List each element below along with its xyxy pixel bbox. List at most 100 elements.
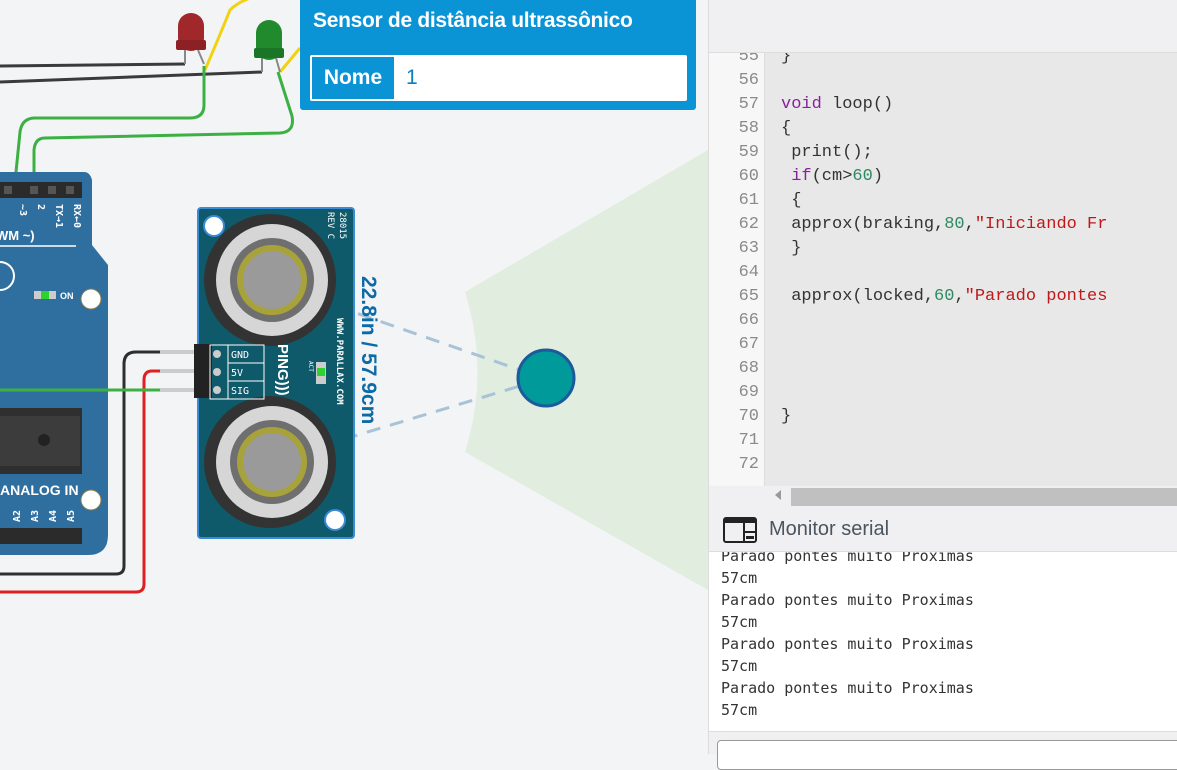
pin-label: ~3	[17, 204, 28, 216]
line-number: 59	[738, 143, 759, 162]
code-line: 72	[709, 453, 1177, 477]
code-line: 56	[709, 69, 1177, 93]
code-text: approx(locked,60,"Parado pontes	[781, 285, 1107, 309]
code-line: 67	[709, 333, 1177, 357]
number-literal: 60	[852, 167, 873, 186]
line-number: 57	[738, 95, 759, 114]
code-line: 55}	[709, 52, 1177, 69]
target-object	[516, 348, 576, 408]
name-input[interactable]: 1	[394, 55, 430, 101]
code-line: 58 {	[709, 117, 1177, 141]
serial-line: 57cm	[721, 701, 758, 719]
pin-label: 2	[35, 204, 46, 210]
code-line: 71	[709, 429, 1177, 453]
code-token: }	[781, 239, 802, 258]
code-text: {	[781, 117, 791, 141]
line-number: 64	[738, 263, 759, 282]
circuit-canvas[interactable]: ~3 2 TX→1 RX←0 WM ~) ON ANALOG IN A2 A3 …	[0, 0, 708, 754]
line-number: 67	[738, 335, 759, 354]
pin-label: A2	[12, 510, 23, 522]
line-number: 55	[738, 52, 759, 66]
code-token: }	[781, 407, 792, 426]
code-line: 62 approx(braking,80,"Iniciando Fr	[709, 213, 1177, 237]
code-token: (cm>	[811, 167, 853, 186]
serial-line: 57cm	[721, 569, 758, 587]
line-number: 71	[738, 431, 759, 450]
string-literal: "Iniciando Fr	[974, 215, 1108, 234]
code-token: )	[872, 167, 884, 186]
code-line: 66	[709, 309, 1177, 333]
green-led	[254, 20, 284, 73]
line-number: 62	[738, 215, 759, 234]
keyword: void	[781, 95, 822, 114]
code-text: }	[781, 237, 801, 261]
keyword: if	[781, 167, 812, 186]
code-text: }	[781, 405, 791, 429]
code-panel: 55} 56 57 void loop() 58{59 print(); 60 if(cm…	[708, 0, 1177, 770]
line-number: 70	[738, 407, 759, 426]
line-number: 63	[738, 239, 759, 258]
name-label: Nome	[312, 57, 394, 99]
brand-label: PING)))	[274, 344, 291, 396]
code-text: approx(braking,80,"Iniciando Fr	[781, 213, 1107, 237]
serial-input[interactable]	[717, 740, 1177, 770]
sensor-range-cone	[465, 150, 708, 590]
code-editor[interactable]: 55} 56 57 void loop() 58{59 print(); 60 if(cm…	[709, 52, 1177, 486]
properties-panel: Sensor de distância ultrassônico Nome 1	[300, 0, 696, 110]
horizontal-scrollbar[interactable]	[709, 486, 1177, 508]
code-line: 57 void loop()	[709, 93, 1177, 117]
line-number: 66	[738, 311, 759, 330]
pin-5v-label: 5V	[231, 368, 243, 379]
code-text: void loop()	[781, 93, 893, 117]
pin-label: RX←0	[71, 204, 82, 228]
pin-label: A3	[30, 510, 41, 522]
code-token: approx(locked,	[781, 287, 935, 306]
code-line: 61 {	[709, 189, 1177, 213]
scroll-left-icon[interactable]	[775, 490, 781, 500]
code-token: ,	[964, 215, 975, 234]
distance-readout: 22.8in / 57.9cm	[357, 276, 380, 424]
code-line: 68	[709, 357, 1177, 381]
code-line: 60 if(cm>60)	[709, 165, 1177, 189]
pin-label: A5	[66, 510, 77, 522]
line-number: 68	[738, 359, 759, 378]
pin-label: A4	[48, 510, 59, 522]
code-text: }	[781, 53, 791, 69]
serial-line: Parado pontes muito Proximas	[721, 635, 974, 653]
pwm-label: WM ~)	[0, 228, 35, 243]
ultrasonic-sensor[interactable]: GND 5V SIG 28015 REV C WWW.PARALLAX.COM …	[194, 207, 355, 539]
component-title: Sensor de distância ultrassônico	[313, 9, 633, 32]
serial-monitor-header[interactable]: Monitor serial	[709, 508, 1177, 552]
model-label: 28015	[337, 212, 347, 239]
pin-label: TX→1	[53, 204, 64, 228]
code-text: if(cm>60)	[781, 165, 883, 189]
serial-monitor-title: Monitor serial	[769, 518, 890, 540]
code-text: print();	[781, 141, 873, 165]
line-number: 61	[738, 191, 759, 210]
line-number: 69	[738, 383, 759, 402]
pin-sig-label: SIG	[231, 386, 249, 397]
scrollbar-thumb[interactable]	[791, 488, 1177, 506]
code-token: ,	[954, 287, 965, 306]
act-label: ACT	[307, 361, 314, 372]
serial-line: 57cm	[721, 613, 758, 631]
line-number: 56	[738, 71, 759, 90]
code-token: print();	[781, 143, 873, 162]
number-literal: 80	[944, 215, 965, 234]
line-number: 58	[738, 119, 759, 138]
serial-output: Parado pontes muito Proximas 57cm Parado p…	[709, 552, 1177, 732]
number-literal: 60	[934, 287, 955, 306]
code-line: 64	[709, 261, 1177, 285]
code-line: 59 print();	[709, 141, 1177, 165]
code-line: 69	[709, 381, 1177, 405]
line-number: 65	[738, 287, 759, 306]
rev-label: REV C	[325, 212, 335, 239]
name-field[interactable]: Nome 1	[309, 54, 688, 102]
line-number: 60	[738, 167, 759, 186]
pin-gnd-label: GND	[231, 350, 249, 361]
serial-line: Parado pontes muito Proximas	[721, 552, 974, 565]
line-number: 72	[738, 455, 759, 474]
code-token: {	[781, 119, 792, 138]
code-line: 65 approx(locked,60,"Parado pontes	[709, 285, 1177, 309]
analog-label: ANALOG IN	[0, 482, 79, 498]
